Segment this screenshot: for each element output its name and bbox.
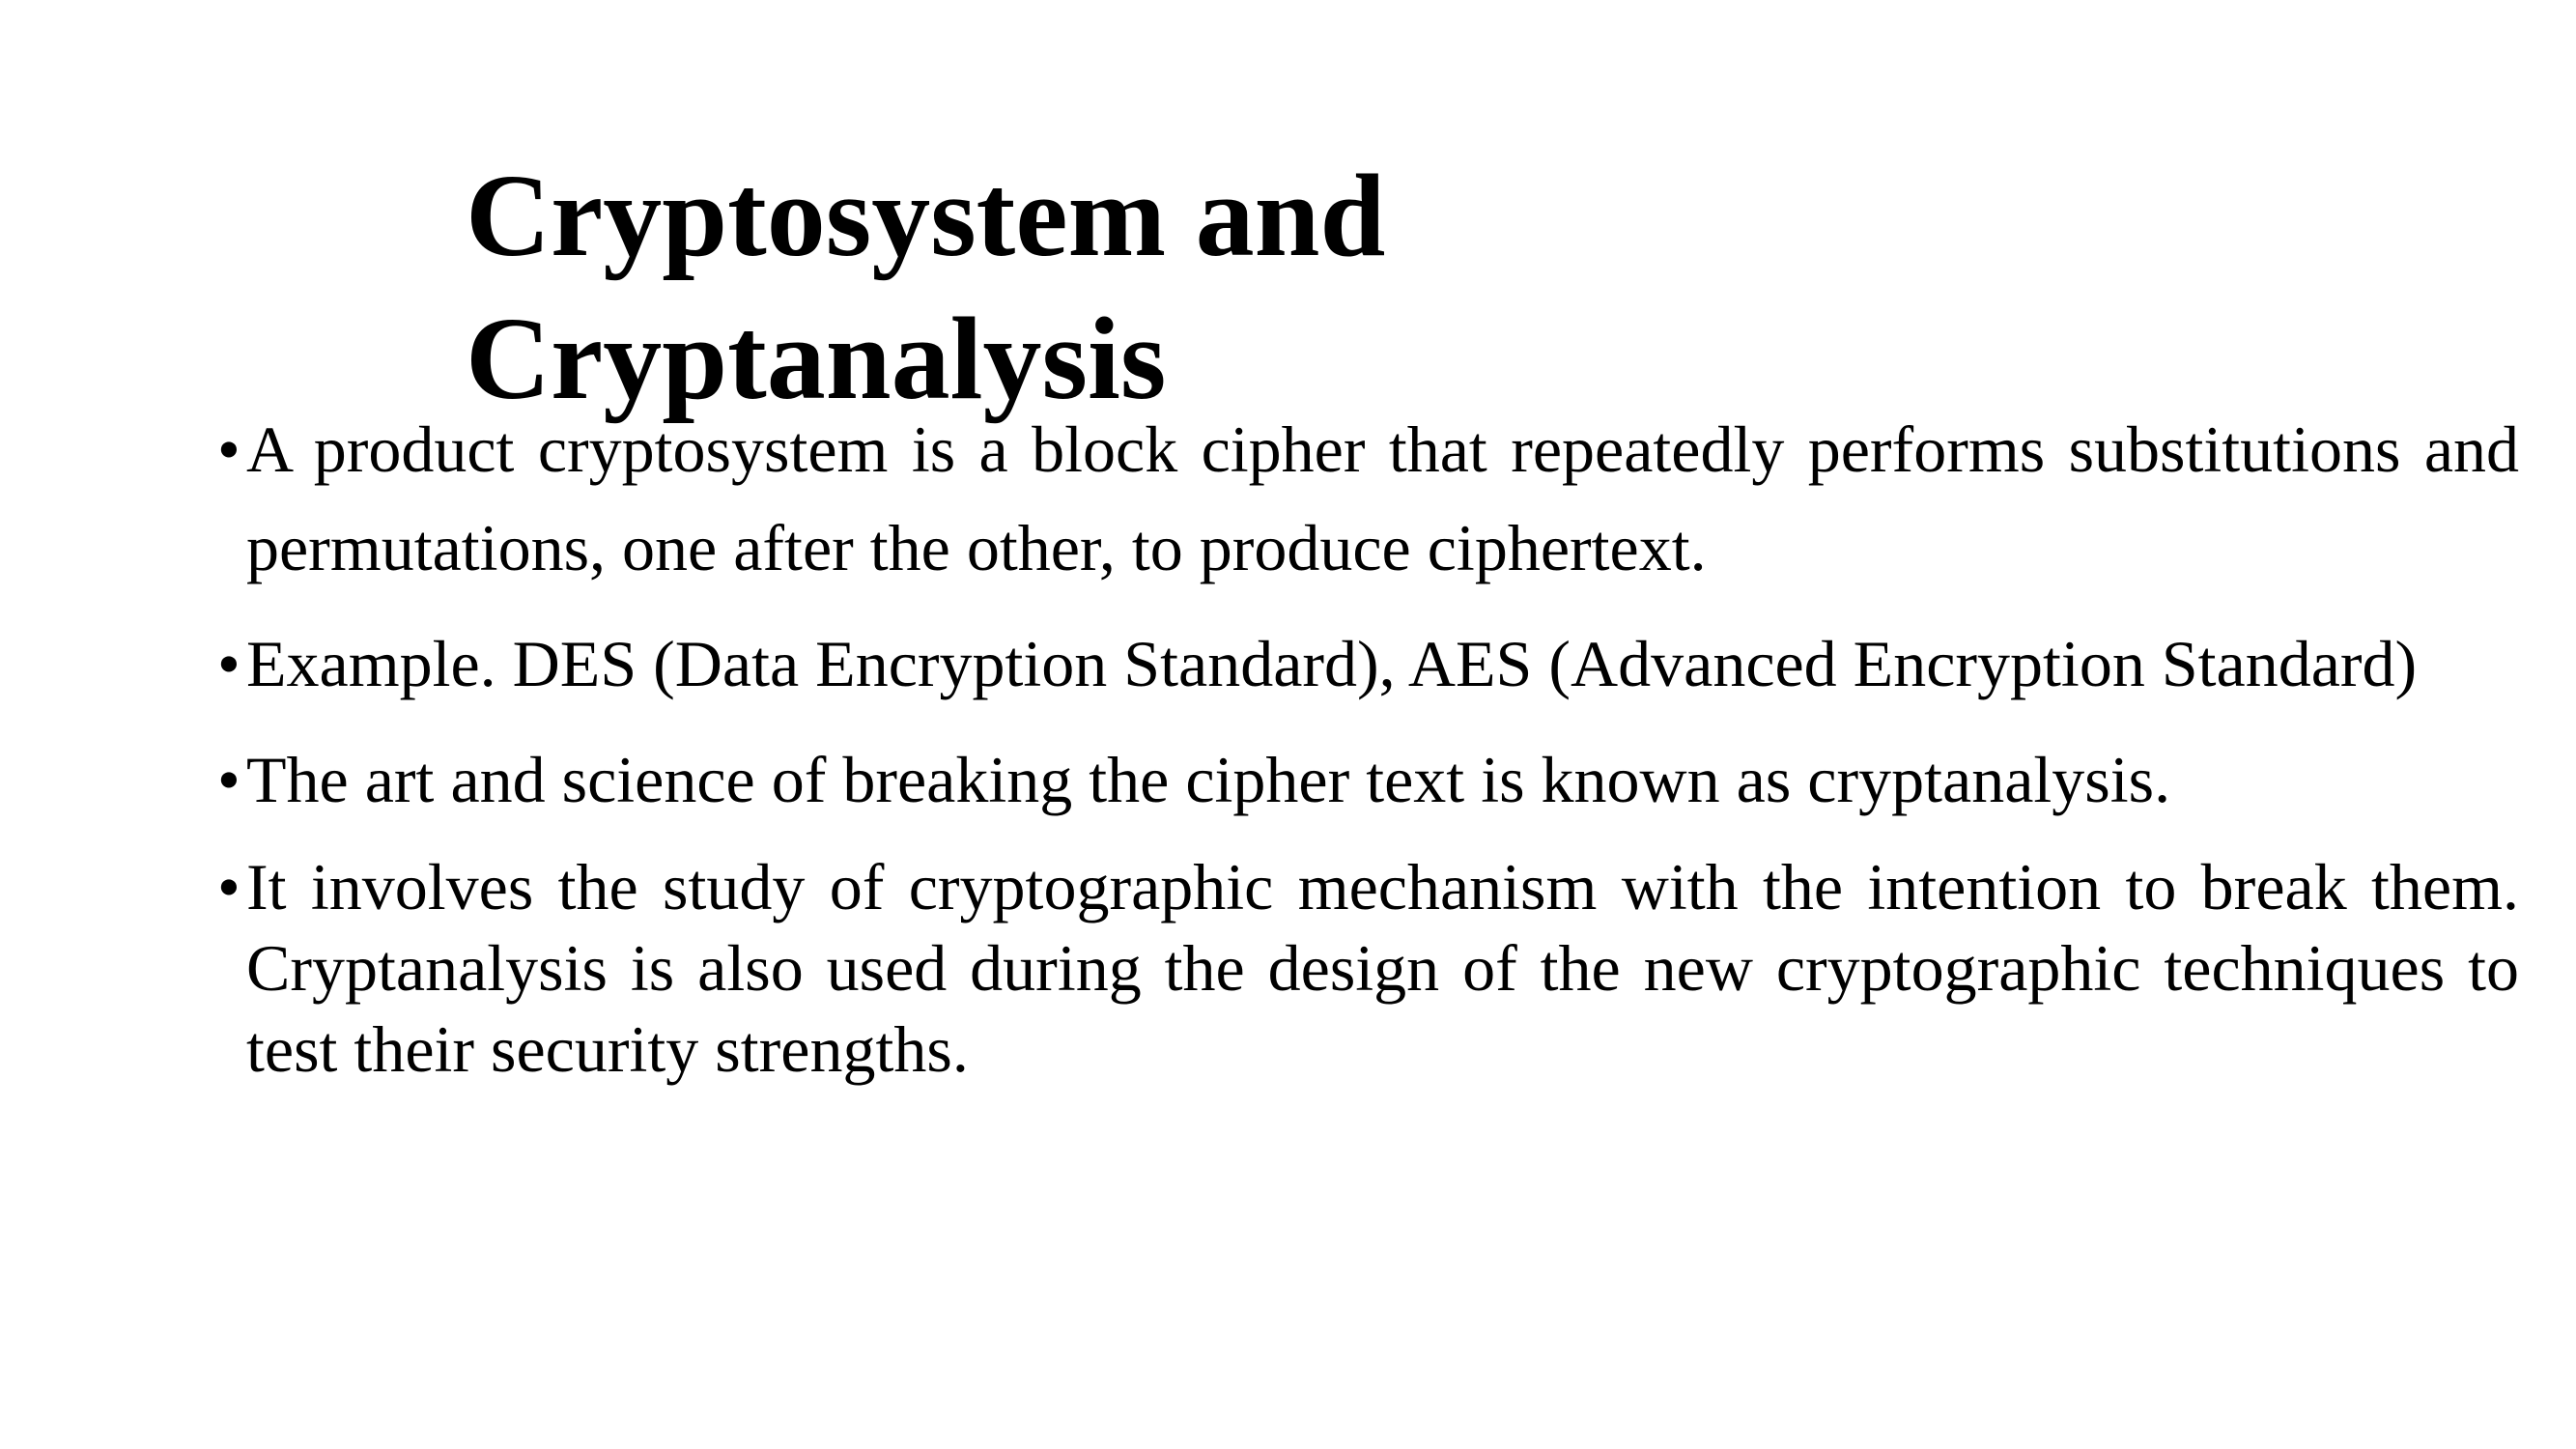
bullet-item-example: Example. DES (Data Encryption Standard),… — [217, 614, 2519, 713]
bullet-item-product-cryptosystem: A product cryptosystem is a block cipher… — [217, 400, 2519, 597]
bullet-list: A product cryptosystem is a block cipher… — [217, 400, 2519, 1090]
bullet-item-cryptanalysis-definition: The art and science of breaking the ciph… — [217, 730, 2519, 829]
slide-title-line-1: Cryptosystem and — [466, 151, 1386, 281]
slide-title: Cryptosystem and Cryptanalysis — [466, 145, 1818, 431]
bullet-item-cryptanalysis-purpose: It involves the study of cryptographic m… — [217, 846, 2519, 1090]
slide: Cryptosystem and Cryptanalysis A product… — [0, 0, 2576, 1449]
